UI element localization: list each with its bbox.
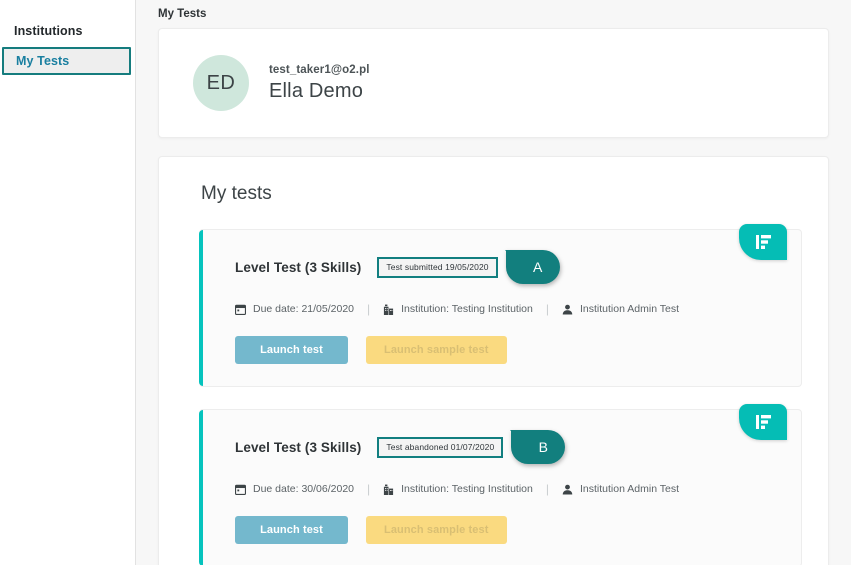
meta-due-date-text: Due date: 30/06/2020 bbox=[253, 483, 355, 495]
marker-letter: A bbox=[532, 259, 543, 275]
test-actions: Launch test Launch sample test bbox=[235, 516, 801, 544]
profile-details: test_taker1@o2.pl Ella Demo bbox=[269, 64, 369, 103]
test-name: Level Test (3 Skills) bbox=[235, 259, 362, 275]
avatar-initials: ED bbox=[206, 71, 236, 94]
calendar-icon bbox=[235, 484, 246, 495]
meta-admin: Institution Admin Test bbox=[562, 483, 679, 495]
meta-admin-text: Institution Admin Test bbox=[579, 303, 680, 315]
page-title-bar: My Tests bbox=[136, 0, 851, 28]
test-card-header: Level Test (3 Skills) Test submitted 19/… bbox=[235, 250, 801, 284]
report-bars-icon[interactable] bbox=[739, 404, 787, 440]
meta-due-date: Due date: 21/05/2020 bbox=[235, 303, 354, 315]
launch-sample-test-button[interactable]: Launch sample test bbox=[366, 336, 507, 364]
status-badge: Test submitted 19/05/2020 bbox=[377, 256, 498, 278]
calendar-icon bbox=[235, 304, 246, 315]
test-meta-row: Due date: 21/05/2020 | Institution: Test… bbox=[235, 302, 801, 316]
launch-test-button[interactable]: Launch test bbox=[235, 516, 348, 544]
sidebar: Institutions My Tests bbox=[0, 0, 136, 565]
sidebar-item-my-tests[interactable]: My Tests bbox=[2, 47, 131, 75]
meta-institution: Institution: Testing Institution bbox=[383, 303, 533, 315]
annotation-marker-b: B bbox=[510, 430, 566, 464]
page-title: My Tests bbox=[158, 8, 207, 20]
launch-sample-test-button[interactable]: Launch sample test bbox=[366, 516, 507, 544]
marker-letter: B bbox=[538, 439, 548, 455]
section-title: My tests bbox=[201, 183, 272, 204]
report-bars-glyph bbox=[755, 415, 771, 429]
building-icon bbox=[383, 304, 394, 315]
avatar: ED bbox=[193, 55, 249, 111]
test-actions: Launch test Launch sample test bbox=[235, 336, 801, 364]
sidebar-item-label: Institutions bbox=[14, 23, 83, 38]
main-content: My Tests ED test_taker1@o2.pl Ella Demo … bbox=[136, 0, 851, 565]
my-tests-panel: My tests Level Test (3 Skills) Test subm… bbox=[158, 156, 829, 565]
profile-email: test_taker1@o2.pl bbox=[269, 63, 370, 76]
status-badge: Test abandoned 01/07/2020 bbox=[377, 436, 504, 458]
test-card[interactable]: Level Test (3 Skills) Test submitted 19/… bbox=[199, 224, 802, 387]
test-card-header: Level Test (3 Skills) Test abandoned 01/… bbox=[235, 430, 801, 464]
meta-separator: | bbox=[545, 302, 549, 316]
profile-panel: ED test_taker1@o2.pl Ella Demo bbox=[158, 28, 829, 138]
test-card[interactable]: Level Test (3 Skills) Test abandoned 01/… bbox=[199, 404, 802, 565]
meta-due-date: Due date: 30/06/2020 bbox=[235, 483, 354, 495]
person-icon bbox=[562, 304, 573, 315]
launch-test-button[interactable]: Launch test bbox=[235, 336, 348, 364]
card-accent-bar bbox=[199, 230, 203, 386]
meta-separator: | bbox=[545, 482, 549, 496]
report-bars-icon[interactable] bbox=[739, 224, 787, 260]
sidebar-item-label: My Tests bbox=[16, 54, 70, 68]
sidebar-item-institutions[interactable]: Institutions bbox=[0, 16, 135, 45]
meta-admin-text: Institution Admin Test bbox=[579, 483, 680, 495]
meta-institution: Institution: Testing Institution bbox=[383, 483, 533, 495]
meta-institution-text: Institution: Testing Institution bbox=[401, 483, 533, 495]
meta-admin: Institution Admin Test bbox=[562, 303, 679, 315]
test-name: Level Test (3 Skills) bbox=[235, 439, 362, 455]
meta-separator: | bbox=[367, 482, 371, 496]
building-icon bbox=[383, 484, 394, 495]
meta-separator: | bbox=[367, 302, 371, 316]
test-meta-row: Due date: 30/06/2020 | Institution: Test… bbox=[235, 482, 801, 496]
card-accent-bar bbox=[199, 410, 203, 565]
profile-name: Ella Demo bbox=[269, 79, 364, 102]
meta-due-date-text: Due date: 21/05/2020 bbox=[253, 303, 355, 315]
meta-institution-text: Institution: Testing Institution bbox=[401, 303, 533, 315]
content-container: ED test_taker1@o2.pl Ella Demo My tests bbox=[136, 28, 851, 565]
annotation-marker-a: A bbox=[504, 250, 560, 284]
report-bars-glyph bbox=[755, 235, 771, 249]
app-root: Institutions My Tests My Tests ED test_t… bbox=[0, 0, 851, 565]
person-icon bbox=[562, 484, 573, 495]
